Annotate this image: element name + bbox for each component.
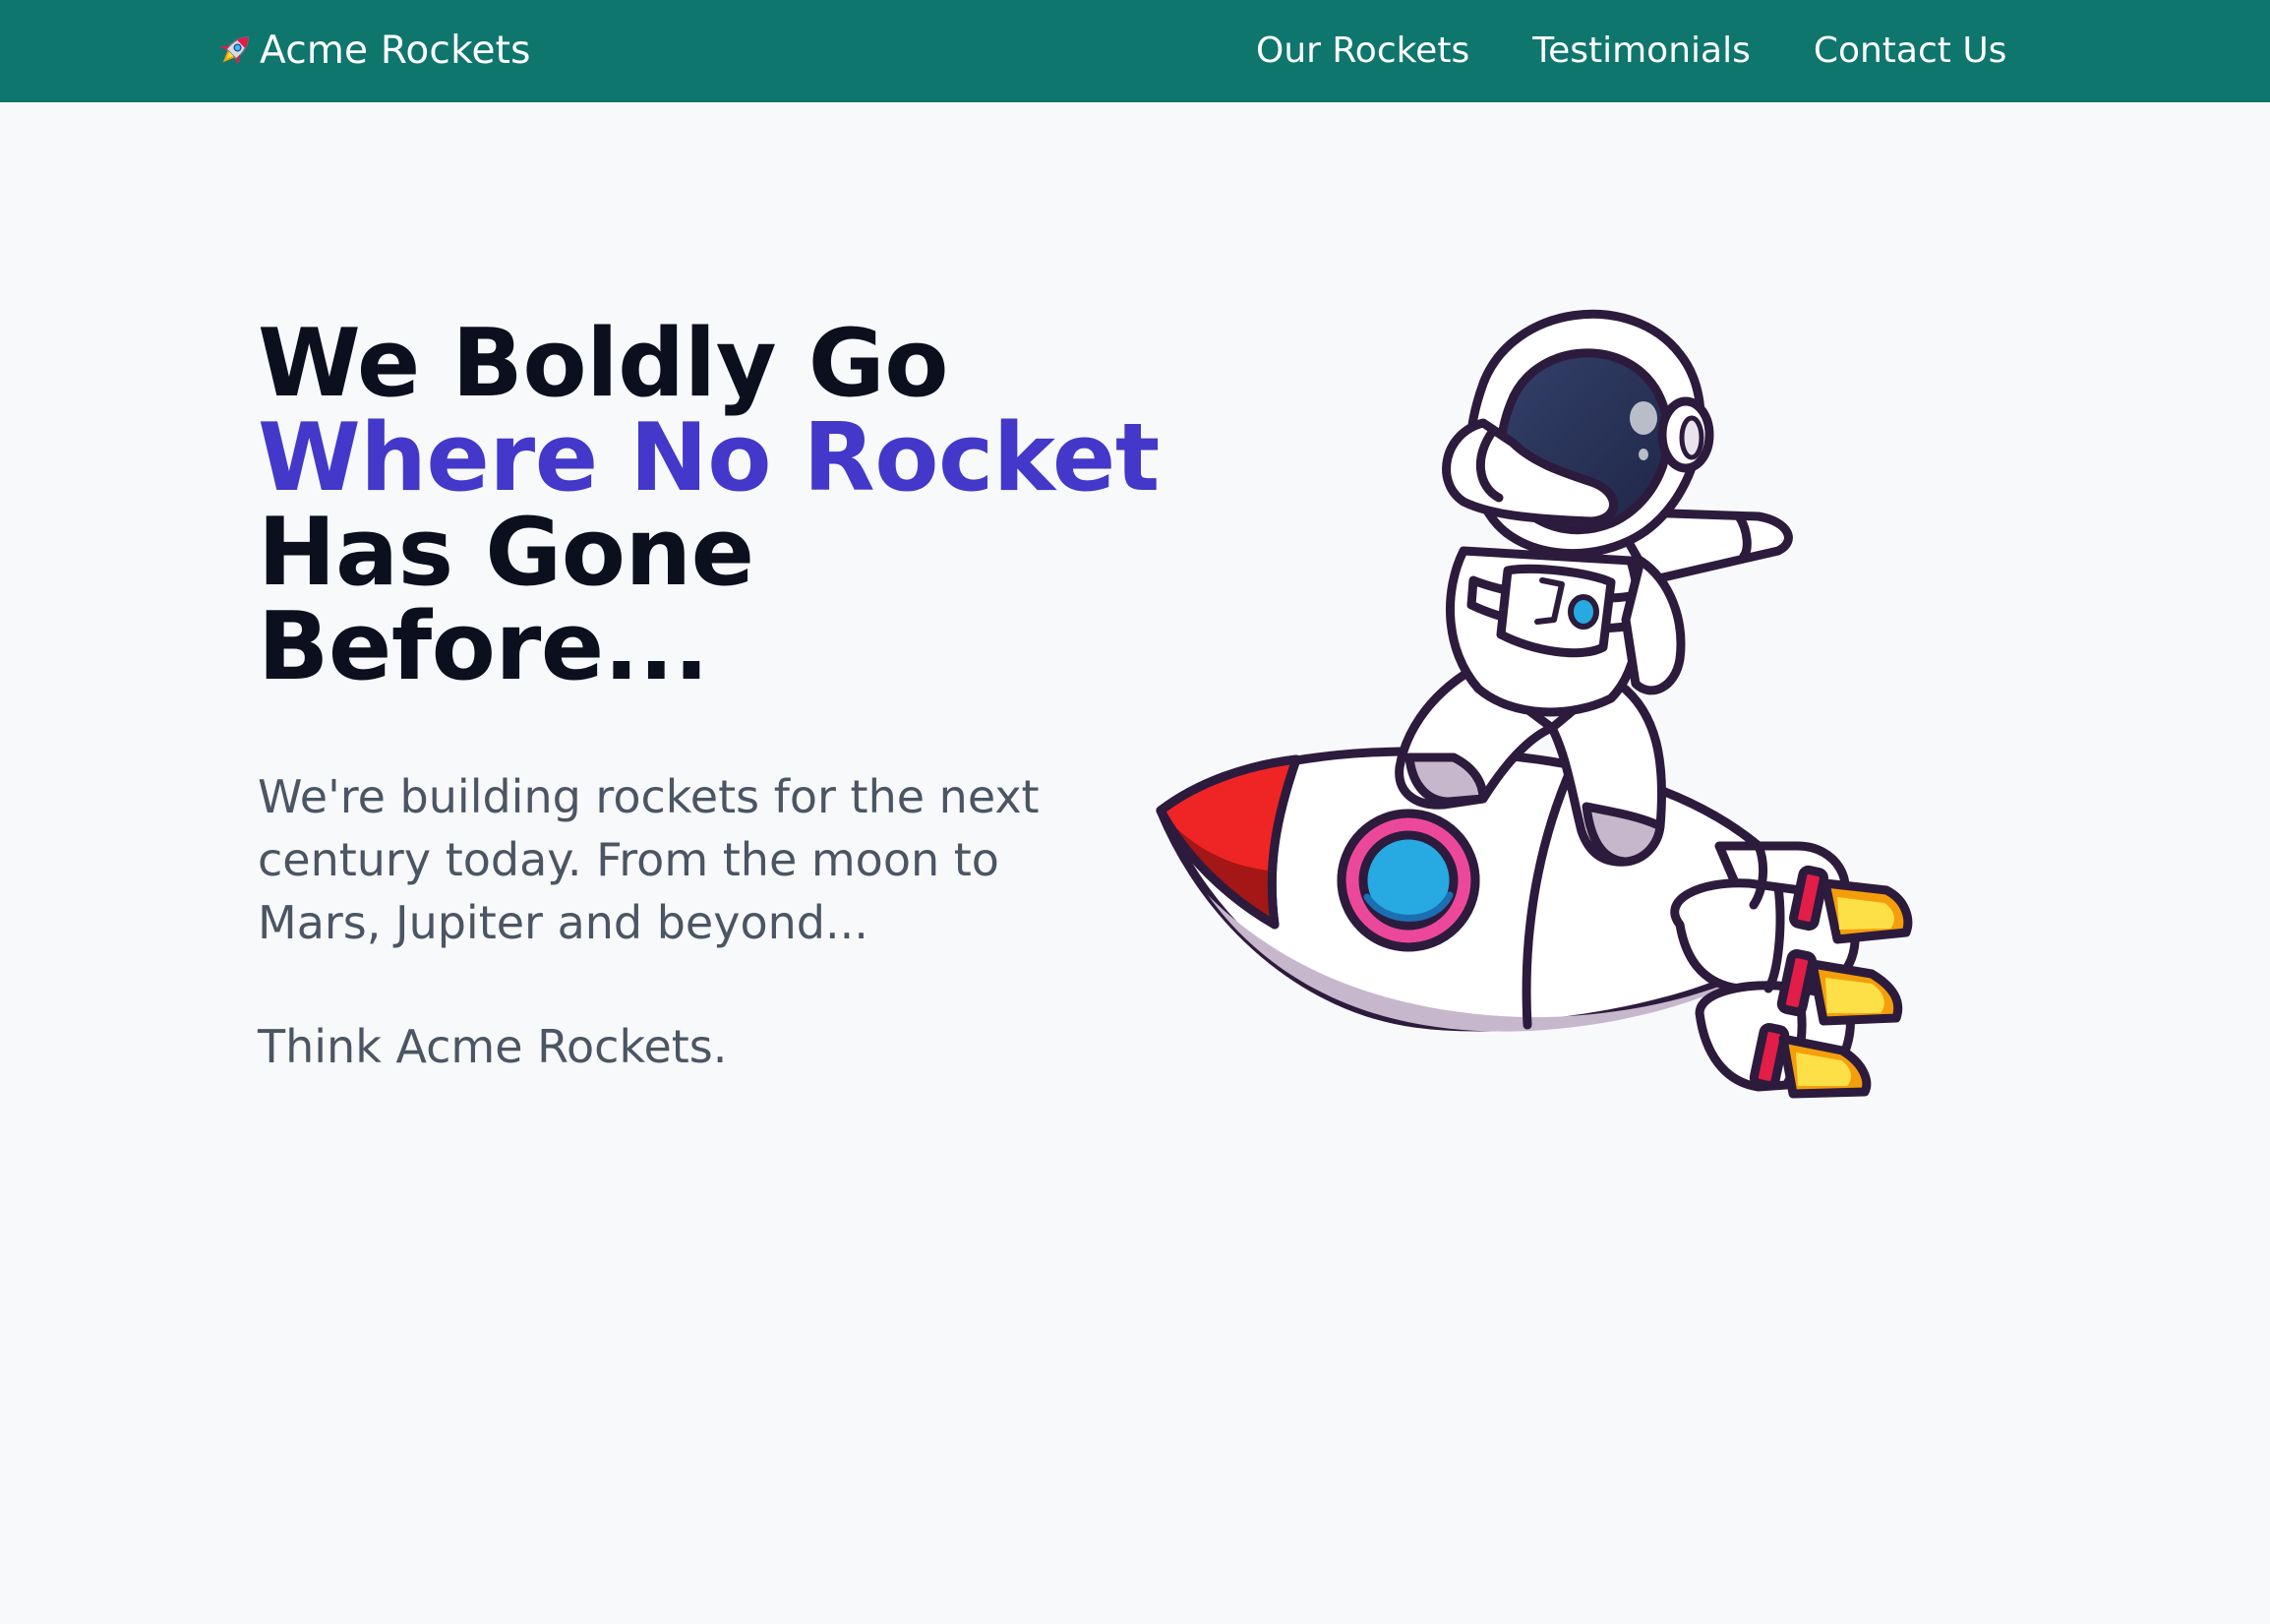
top-navbar: Acme Rockets Our Rockets Testimonials Co…	[0, 0, 2270, 102]
rocket-icon	[210, 28, 258, 75]
nav-link-our-rockets[interactable]: Our Rockets	[1256, 26, 1469, 77]
hero-description: We're building rockets for the next cent…	[258, 770, 1040, 949]
nav-link-contact-us[interactable]: Contact Us	[1814, 26, 2007, 77]
hero-title: We Boldly Go Where No Rocket Has Gone Be…	[258, 317, 1160, 694]
hero-title-line-3: Has Gone	[258, 499, 754, 607]
nav-link-testimonials[interactable]: Testimonials	[1532, 26, 1751, 77]
brand-link[interactable]: Acme Rockets	[210, 26, 531, 77]
hero-title-line-1: We Boldly Go	[258, 310, 948, 418]
brand-name: Acme Rockets	[260, 29, 531, 73]
astronaut-on-rocket-illustration	[1149, 295, 1916, 1112]
hero-title-line-4: Before...	[258, 593, 709, 701]
hero-title-accent: Where No Rocket	[258, 404, 1160, 512]
main-nav: Our Rockets Testimonials Contact Us	[1256, 26, 2006, 77]
hero-tagline: Think Acme Rockets.	[258, 1020, 728, 1073]
